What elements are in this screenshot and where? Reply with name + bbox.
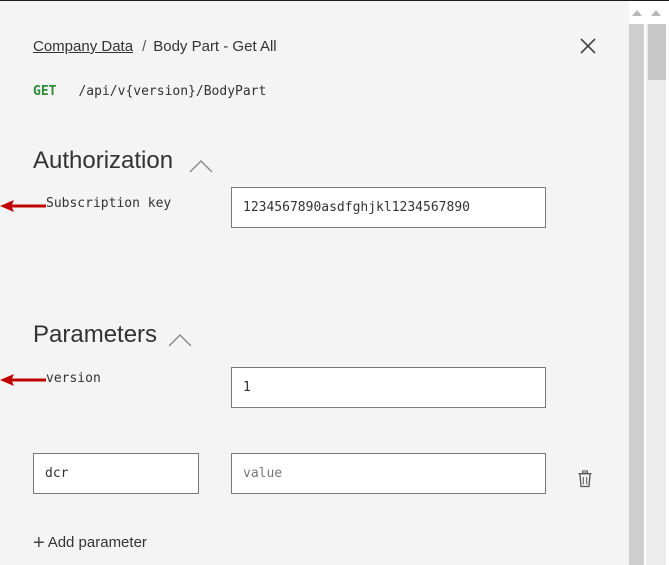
- chevron-up-icon[interactable]: [188, 158, 214, 174]
- http-method: GET: [33, 84, 57, 99]
- breadcrumb-current: Body Part - Get All: [153, 38, 277, 55]
- plus-icon: +: [33, 531, 45, 554]
- breadcrumb-link-company-data[interactable]: Company Data: [33, 38, 133, 55]
- endpoint-line: GET/api/v{version}/BodyPart: [33, 84, 266, 99]
- custom-parameter-value-input[interactable]: [231, 453, 546, 494]
- custom-parameter-name-input[interactable]: [33, 453, 199, 494]
- add-parameter-button[interactable]: + Add parameter: [33, 531, 147, 554]
- endpoint-path: /api/v{version}/BodyPart: [78, 84, 267, 99]
- red-arrow-icon: [0, 200, 46, 212]
- red-arrow-icon: [0, 374, 46, 386]
- scroll-up-arrow-icon[interactable]: [650, 9, 662, 17]
- authorization-title: Authorization: [33, 147, 174, 174]
- version-input[interactable]: [231, 367, 546, 408]
- subscription-key-input[interactable]: [231, 187, 546, 228]
- try-it-panel: Company Data / Body Part - Get All GET/api…: [0, 1, 629, 565]
- close-icon[interactable]: [576, 34, 600, 58]
- trash-icon[interactable]: [577, 470, 593, 488]
- page-scrollbar-track[interactable]: [646, 24, 666, 565]
- breadcrumb: Company Data / Body Part - Get All: [33, 38, 277, 55]
- panel-scrollbar-track[interactable]: [629, 24, 644, 565]
- add-parameter-label: Add parameter: [47, 534, 147, 551]
- subscription-key-label: Subscription key: [46, 196, 172, 211]
- breadcrumb-separator: /: [142, 38, 147, 55]
- scroll-up-arrow-icon[interactable]: [631, 9, 643, 17]
- version-label: version: [46, 371, 101, 386]
- page-scrollbar-thumb[interactable]: [648, 24, 666, 80]
- parameters-title: Parameters: [33, 321, 158, 348]
- chevron-up-icon[interactable]: [167, 332, 193, 348]
